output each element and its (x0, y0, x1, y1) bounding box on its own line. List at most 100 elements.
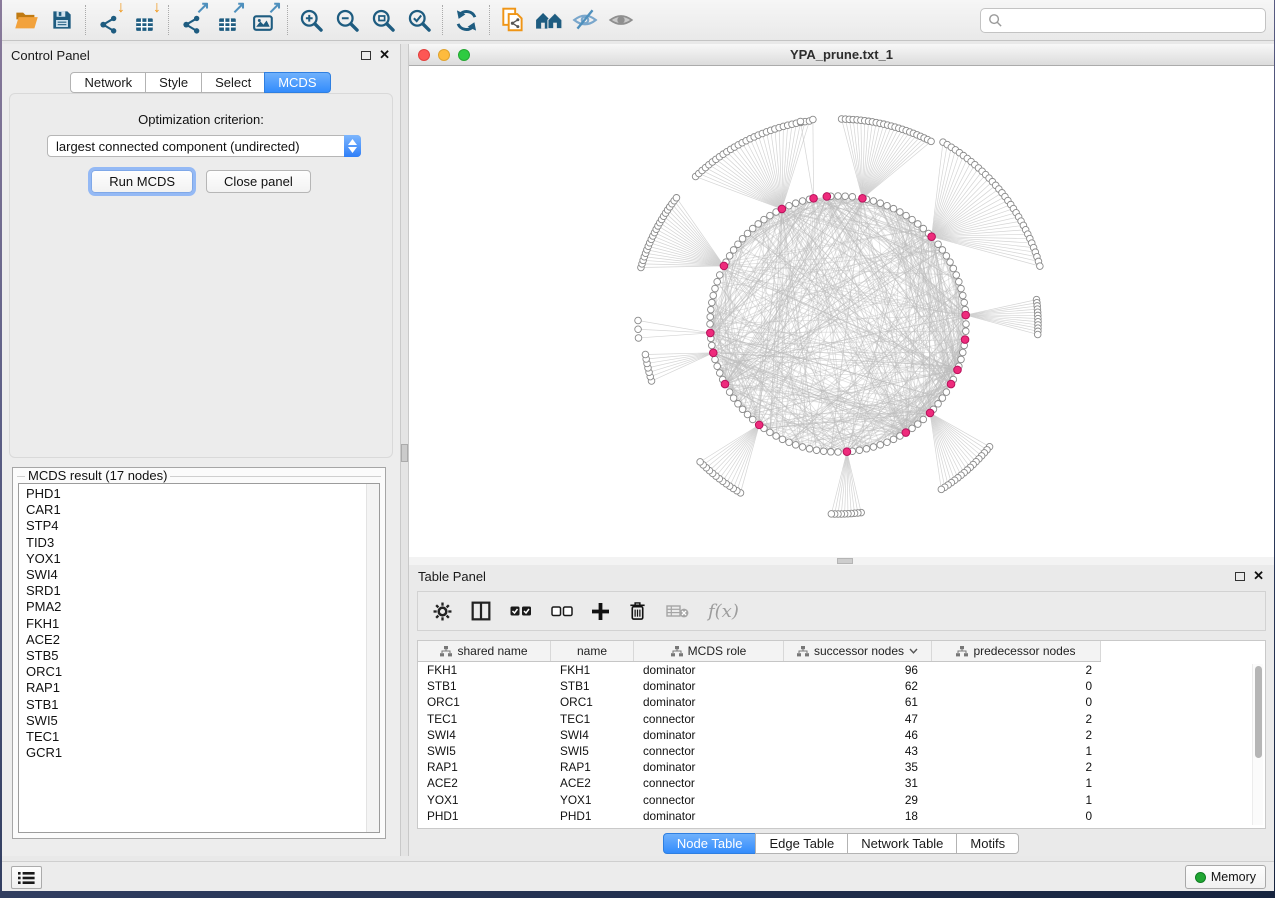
hide-selected-icon[interactable] (567, 3, 603, 37)
column-label: predecessor nodes (973, 644, 1075, 658)
mcds-result-item[interactable]: STB5 (26, 648, 379, 664)
delete-column-icon[interactable] (628, 601, 647, 621)
table-cell: SWI5 (551, 743, 634, 759)
run-mcds-button[interactable]: Run MCDS (91, 170, 193, 193)
import-network-icon[interactable]: ↓ (91, 3, 127, 37)
result-list-scrollbar[interactable] (366, 484, 379, 832)
search-input[interactable] (1008, 12, 1265, 29)
refresh-icon[interactable] (448, 3, 484, 37)
memory-label: Memory (1211, 870, 1256, 884)
control-panel-header: Control Panel ✕ (2, 44, 400, 68)
table-cell: connector (634, 711, 784, 727)
table-row[interactable]: FKH1FKH1dominator962 (418, 662, 1265, 678)
export-image-icon[interactable]: ↗ (246, 3, 282, 37)
table-cell: ACE2 (551, 775, 634, 791)
vertical-splitter[interactable] (400, 44, 409, 856)
mcds-result-item[interactable]: PMA2 (26, 599, 379, 615)
show-column-icon[interactable] (471, 601, 491, 621)
tab-select[interactable]: Select (201, 72, 265, 93)
tab-node-table[interactable]: Node Table (663, 833, 757, 854)
zoom-fit-icon[interactable] (365, 3, 401, 37)
mcds-result-item[interactable]: SWI5 (26, 713, 379, 729)
mcds-result-item[interactable]: RAP1 (26, 680, 379, 696)
float-panel-icon[interactable] (1235, 572, 1245, 581)
optimization-criterion-value: largest connected component (undirected) (56, 139, 300, 154)
mcds-result-item[interactable]: STB1 (26, 697, 379, 713)
table-cell: PHD1 (551, 808, 634, 824)
task-history-button[interactable] (11, 866, 42, 889)
mcds-result-item[interactable]: SWI4 (26, 567, 379, 583)
table-cell: YOX1 (418, 792, 551, 808)
table-cell: 96 (784, 662, 932, 678)
close-panel-button[interactable]: Close panel (206, 170, 311, 193)
close-panel-icon[interactable]: ✕ (1253, 568, 1264, 584)
first-neighbors-icon[interactable] (531, 3, 567, 37)
zoom-out-icon[interactable] (329, 3, 365, 37)
memory-button[interactable]: Memory (1185, 865, 1266, 889)
mcds-result-item[interactable]: STP4 (26, 518, 379, 534)
tab-network-table[interactable]: Network Table (847, 833, 957, 854)
select-all-icon[interactable] (510, 605, 532, 618)
float-panel-icon[interactable] (361, 51, 371, 60)
table-row[interactable]: TEC1TEC1connector472 (418, 711, 1265, 727)
table-row[interactable]: ACE2ACE2connector311 (418, 775, 1265, 791)
network-canvas[interactable] (409, 66, 1274, 557)
tab-network[interactable]: Network (70, 72, 146, 93)
table-cell: 47 (784, 711, 932, 727)
mcds-result-item[interactable]: SRD1 (26, 583, 379, 599)
table-settings-gear-icon[interactable] (433, 602, 452, 621)
open-session-icon[interactable] (8, 3, 44, 37)
horizontal-splitter[interactable] (409, 557, 1274, 565)
zoom-selected-icon[interactable] (401, 3, 437, 37)
mcds-result-list[interactable]: PHD1CAR1STP4TID3YOX1SWI4SRD1PMA2FKH1ACE2… (18, 483, 380, 833)
column-header-mcds-role[interactable]: MCDS role (634, 641, 784, 661)
add-column-icon[interactable] (592, 603, 609, 620)
table-panel-tabs: Node Table Edge Table Network Table Moti… (409, 833, 1274, 854)
tab-edge-table[interactable]: Edge Table (755, 833, 848, 854)
tab-mcds[interactable]: MCDS (264, 72, 330, 93)
toolbar-separator (287, 5, 288, 35)
table-scrollbar[interactable] (1252, 664, 1263, 825)
mcds-result-item[interactable]: PHD1 (26, 486, 379, 502)
table-scrollbar-thumb[interactable] (1255, 666, 1262, 758)
duplicate-network-icon[interactable] (495, 3, 531, 37)
table-row[interactable]: RAP1RAP1dominator352 (418, 759, 1265, 775)
deselect-all-icon[interactable] (551, 605, 573, 618)
tab-motifs[interactable]: Motifs (956, 833, 1019, 854)
show-all-icon[interactable] (603, 3, 639, 37)
table-cell: dominator (634, 694, 784, 710)
column-header-shared-name[interactable]: shared name (418, 641, 551, 661)
mcds-result-item[interactable]: CAR1 (26, 502, 379, 518)
mcds-result-item[interactable]: GCR1 (26, 745, 379, 761)
table-row[interactable]: SWI5SWI5connector431 (418, 743, 1265, 759)
close-panel-icon[interactable]: ✕ (379, 47, 390, 63)
export-table-icon[interactable]: ↗ (210, 3, 246, 37)
network-graph[interactable] (409, 66, 1274, 557)
mcds-result-item[interactable]: ACE2 (26, 632, 379, 648)
mcds-result-item[interactable]: FKH1 (26, 616, 379, 632)
table-cell: SWI4 (418, 727, 551, 743)
table-row[interactable]: SWI4SWI4dominator462 (418, 727, 1265, 743)
table-row[interactable]: STB1STB1dominator620 (418, 678, 1265, 694)
import-table-icon[interactable]: ↓ (127, 3, 163, 37)
mcds-result-item[interactable]: TEC1 (26, 729, 379, 745)
mcds-result-item[interactable]: ORC1 (26, 664, 379, 680)
export-network-icon[interactable]: ↗ (174, 3, 210, 37)
mcds-result-item[interactable]: YOX1 (26, 551, 379, 567)
splitter-grip[interactable] (837, 558, 853, 564)
table-row[interactable]: YOX1YOX1connector291 (418, 792, 1265, 808)
table-cell: 2 (932, 727, 1101, 743)
column-header-predecessor-nodes[interactable]: predecessor nodes (932, 641, 1101, 661)
column-header-successor-nodes[interactable]: successor nodes (784, 641, 932, 661)
optimization-criterion-select[interactable]: largest connected component (undirected) (47, 135, 361, 157)
tab-style[interactable]: Style (145, 72, 202, 93)
splitter-grip[interactable] (401, 444, 408, 462)
table-row[interactable]: ORC1ORC1dominator610 (418, 694, 1265, 710)
mcds-result-item[interactable]: TID3 (26, 535, 379, 551)
save-session-icon[interactable] (44, 3, 80, 37)
control-panel: Control Panel ✕ Network Style Select MCD… (2, 44, 400, 856)
column-header-name[interactable]: name (551, 641, 634, 661)
table-row[interactable]: PHD1PHD1dominator180 (418, 808, 1265, 824)
zoom-in-icon[interactable] (293, 3, 329, 37)
node-table: shared name name MCDS role (417, 640, 1266, 829)
